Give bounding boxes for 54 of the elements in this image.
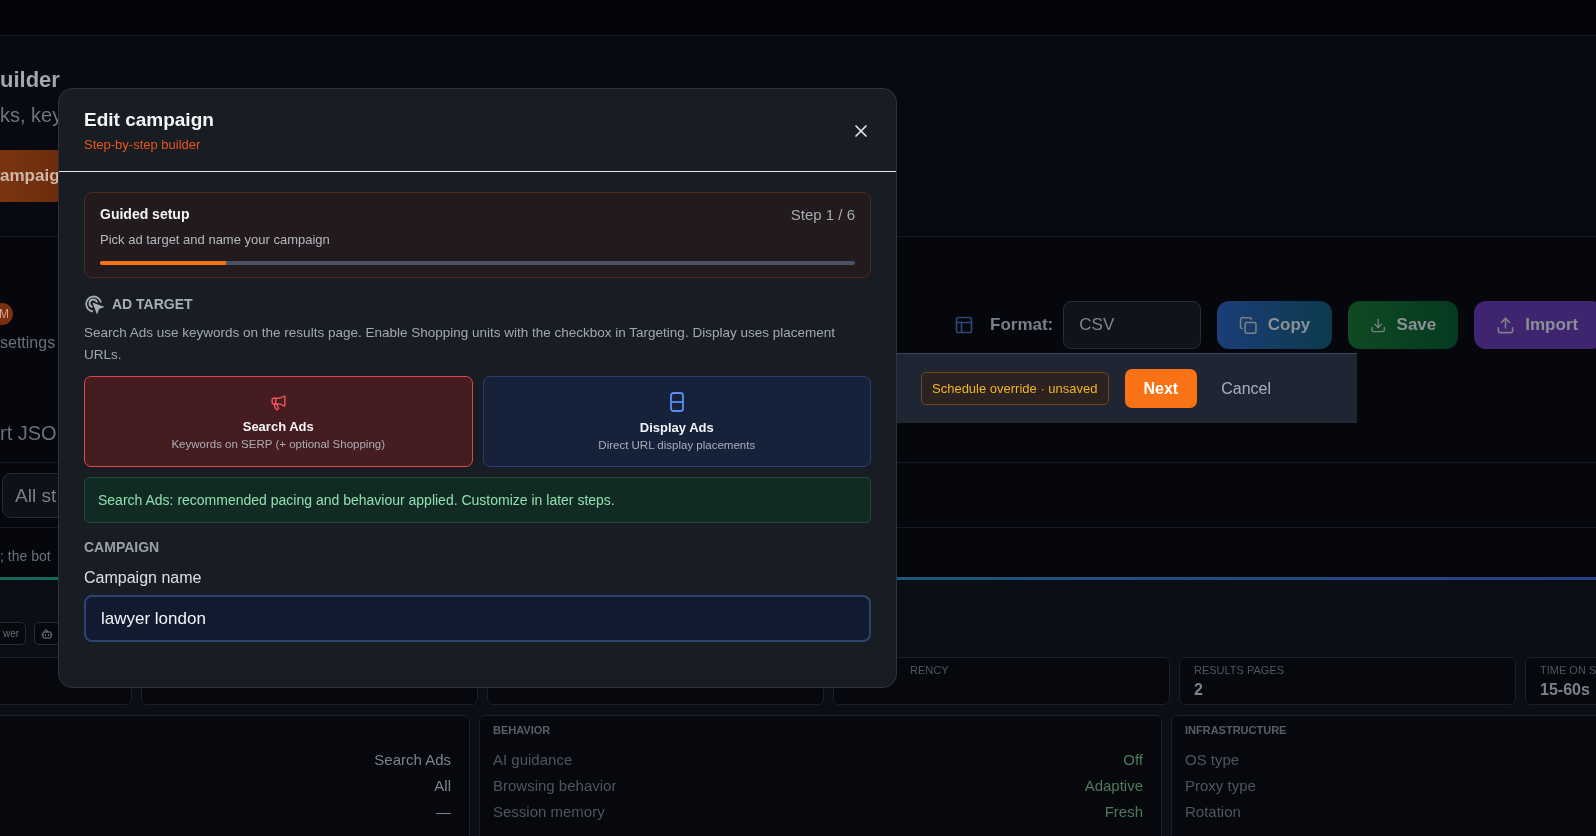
row-value: Search Ads bbox=[374, 750, 451, 768]
panel-title: BEHAVIOR bbox=[493, 724, 551, 736]
format-field[interactable]: CSV bbox=[1063, 301, 1202, 349]
panel-icon bbox=[669, 392, 684, 412]
row-label: OS type bbox=[1185, 750, 1240, 768]
row-value: — bbox=[436, 802, 451, 820]
row-label: Session memory bbox=[493, 802, 605, 820]
stat-label: RESULTS PAGES bbox=[1194, 664, 1285, 676]
row-label: AI guidance bbox=[493, 750, 573, 768]
stat-label: RENCY bbox=[910, 664, 949, 676]
robot-icon bbox=[41, 627, 54, 640]
copy-icon bbox=[1239, 315, 1258, 335]
stat-value: 2 bbox=[1194, 681, 1203, 698]
page-heading: uilder bbox=[0, 66, 61, 94]
row-value: Adaptive bbox=[1084, 776, 1143, 794]
dialog-subtitle: Step-by-step builder bbox=[84, 137, 202, 152]
field-label: Campaign name bbox=[84, 569, 203, 587]
import-icon bbox=[1496, 315, 1516, 335]
format-label: Format: bbox=[990, 315, 1054, 335]
ad-type-option[interactable]: Search Ads Keywords on SERP (+ optional Shopping) bbox=[84, 376, 473, 467]
table-icon bbox=[954, 315, 974, 335]
note-text: ; the bot bbox=[0, 548, 52, 564]
robot-chip[interactable] bbox=[34, 622, 61, 645]
row-label: Proxy type bbox=[1185, 776, 1256, 794]
section-heading: AD TARGET bbox=[112, 296, 193, 312]
settings-text: settings bbox=[0, 334, 57, 352]
ad-type-option[interactable]: Display Ads Direct URL display placements bbox=[482, 376, 871, 467]
guide-description: Pick ad target and name your campaign bbox=[100, 232, 331, 247]
copy-button[interactable]: Copy bbox=[1217, 301, 1333, 349]
target-cursor-icon bbox=[84, 294, 104, 314]
guide-title: Guided setup bbox=[100, 206, 190, 223]
row-value: Fresh bbox=[1104, 802, 1143, 820]
avatar-badge: M bbox=[0, 303, 13, 325]
save-button[interactable]: Save bbox=[1348, 301, 1459, 349]
row-label: Browsing behavior bbox=[493, 776, 617, 794]
filter-chip[interactable]: wer bbox=[0, 622, 27, 645]
info-notice: Search Ads: recommended pacing and behaviour applied. Customize in later steps. bbox=[84, 477, 871, 523]
dialog-title: Edit campaign bbox=[84, 109, 214, 131]
section-label: rt JSO bbox=[0, 422, 58, 445]
stat-value: 15-60s bbox=[1540, 681, 1590, 698]
panel-title: INFRASTRUCTURE bbox=[1185, 724, 1287, 736]
status-tag: Schedule override · unsaved bbox=[921, 372, 1109, 405]
megaphone-icon bbox=[269, 393, 287, 411]
campaign-name-field[interactable]: lawyer london bbox=[84, 595, 871, 642]
import-button[interactable]: Import bbox=[1474, 301, 1596, 349]
next-button[interactable]: Next bbox=[1124, 369, 1198, 408]
row-label: Rotation bbox=[1185, 802, 1241, 820]
row-value: All bbox=[434, 776, 451, 794]
section-heading: CAMPAIGN bbox=[84, 539, 161, 555]
cancel-button[interactable]: Cancel bbox=[1213, 379, 1279, 398]
section-description: Search Ads use keywords on the results page. Enable Shopping units with the checkbox in Targeting. Display uses placement URLs. bbox=[84, 324, 836, 364]
step-counter: Step 1 / 6 bbox=[790, 206, 855, 223]
row-value: Off bbox=[1123, 750, 1143, 768]
stat-label: TIME ON S bbox=[1540, 664, 1596, 676]
